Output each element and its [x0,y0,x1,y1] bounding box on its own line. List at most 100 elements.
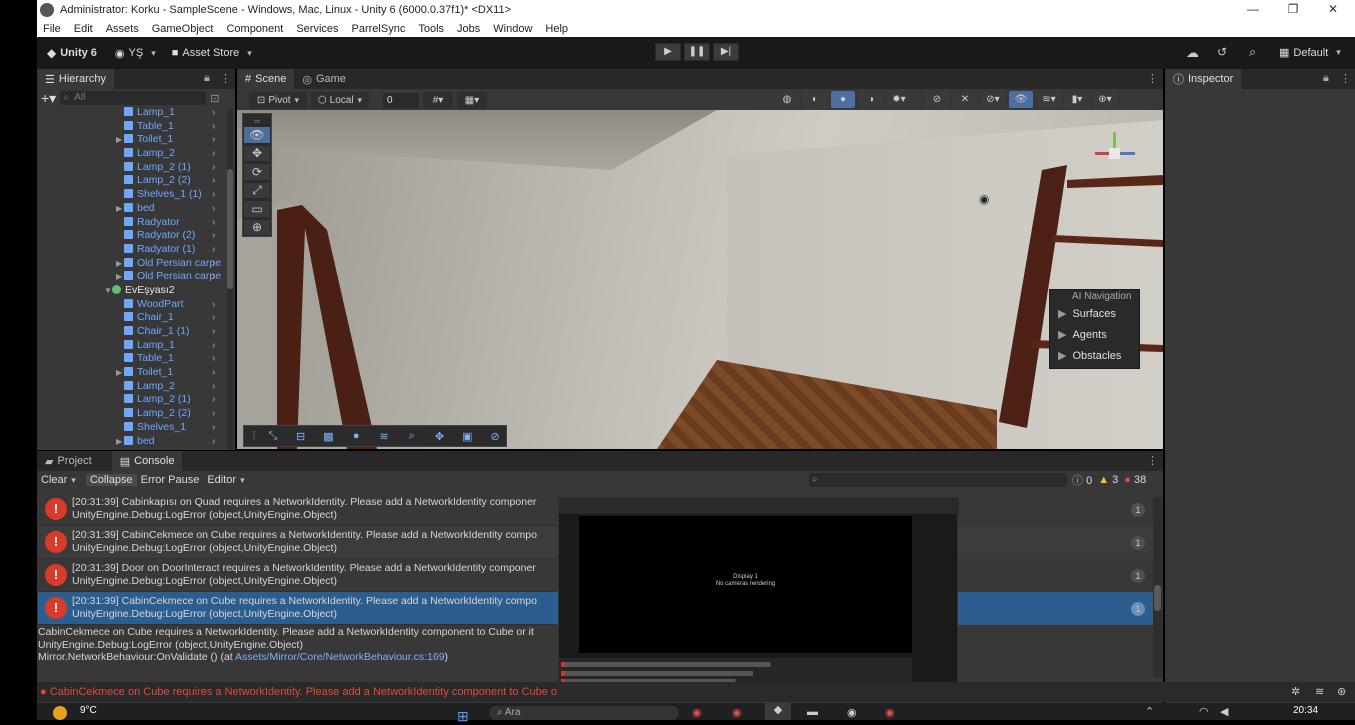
log-entry[interactable]: ! [20:31:39] Door on DoorInteract requir… [38,559,558,592]
step-button[interactable]: ▶| [713,43,739,61]
grid-visibility-button[interactable]: ▦▾ [457,92,487,109]
hierarchy-item[interactable]: ▶ Toilet_1 › [116,133,224,147]
chevron-right-icon[interactable]: › [212,202,215,216]
chevron-right-icon[interactable]: › [212,188,215,202]
history-icon[interactable]: ↺ [1217,45,1227,59]
camera-icon[interactable]: ▮▾ [1065,91,1089,108]
menu-window[interactable]: Window [493,23,532,35]
hierarchy-scroll-thumb[interactable] [227,169,233,289]
steam-icon[interactable]: ◉ [847,706,857,719]
layers-icon[interactable]: ≋▾ [1037,91,1061,108]
chevron-right-icon[interactable]: › [212,133,215,147]
close-icon[interactable]: ✕ [1325,2,1341,16]
hierarchy-item[interactable]: Lamp_2 › [124,380,224,394]
shaded-sphere-icon[interactable]: ● [831,91,855,108]
audio-mute-icon[interactable]: ⊘ [925,91,949,108]
chevron-right-icon[interactable]: › [212,339,215,353]
status-bar[interactable]: ● CabinCekmece on Cube requires a Networ… [37,682,1355,702]
lock-icon[interactable]: 🔒︎ [204,72,210,85]
hierarchy-item[interactable]: ▶ Old Persian carpe › [116,257,224,271]
menu-assets[interactable]: Assets [106,23,139,35]
local-dropdown[interactable]: ⬡ Local [311,92,369,109]
chevron-right-icon[interactable]: › [212,216,215,230]
hierarchy-item[interactable]: Table_1 › [124,352,224,366]
ai-nav-obstacles[interactable]: ▶ Obstacles [1050,346,1139,367]
unity-taskbar-icon[interactable]: ◆ [765,703,791,720]
scene-viewport[interactable]: ═ 👁︎ ✥ ⟳ ⤢ ▭ ⊕ ◉ [237,110,1163,449]
cache-icon[interactable]: ⊛ [1337,682,1346,702]
fold-arrow-icon[interactable]: ▶ [116,133,122,147]
chevron-right-icon[interactable]: › [212,161,215,175]
hierarchy-filter-icon[interactable]: ⊡ [210,92,219,105]
hierarchy-item[interactable]: Lamp_1 › [124,339,224,353]
layers-status-icon[interactable]: ≋ [1315,682,1324,702]
log-count-row-selected[interactable]: 1 [958,592,1153,625]
hierarchy-item[interactable]: Chair_1 › [124,311,224,325]
chevron-right-icon[interactable]: › [212,174,215,188]
hierarchy-item[interactable]: Shelves_1 (1) › [124,188,224,202]
hierarchy-search-input[interactable]: ⌕ All [60,91,207,105]
hidden-objects-icon[interactable]: ⊘▾ [981,91,1005,108]
chevron-right-icon[interactable]: › [212,407,215,421]
hierarchy-item[interactable]: Chair_1 (1) › [124,325,224,339]
hierarchy-item[interactable]: ▼ EvEşyası2 [104,284,224,298]
chrome-icon-2[interactable]: ◉ [885,706,895,719]
layout-dropdown[interactable]: ▦ Default [1279,46,1341,60]
pause-button[interactable]: ❚❚ [684,43,710,61]
error-pause-toggle[interactable]: Error Pause [137,474,204,486]
browser-icon[interactable]: ◉ [732,706,742,719]
hierarchy-item[interactable]: Lamp_2 › [124,147,224,161]
menu-file[interactable]: File [43,23,61,35]
console-search-input[interactable]: ⌕ [809,473,1067,487]
pan-icon[interactable]: ✥ [429,428,451,444]
chevron-right-icon[interactable]: › [212,325,215,339]
chevron-right-icon[interactable]: › [212,147,215,161]
chevron-right-icon[interactable]: › [212,311,215,325]
chevron-right-icon[interactable]: › [212,229,215,243]
hierarchy-item[interactable]: Radyator › [124,216,224,230]
hierarchy-item[interactable]: Radyator (1) › [124,243,224,257]
ai-nav-agents[interactable]: ▶ Agents [1050,325,1139,346]
chevron-right-icon[interactable]: › [212,352,215,366]
search-icon[interactable]: ⌕ [1249,44,1256,60]
chevron-right-icon[interactable]: › [212,380,215,394]
fold-arrow-icon[interactable]: ▶ [116,257,122,271]
menu-jobs[interactable]: Jobs [457,23,480,35]
weather-temp[interactable]: 9°C [80,705,97,716]
add-icon[interactable]: +▾ [41,90,56,107]
menu-tools[interactable]: Tools [418,23,444,35]
hierarchy-item[interactable]: Table_1 › [124,120,224,134]
gizmos-icon[interactable]: ⊕▾ [1093,91,1117,108]
asset-store-dropdown[interactable]: ■ Asset Store [172,47,252,59]
hierarchy-scrollbar[interactable] [227,109,233,449]
terrain-icon[interactable]: ≋ [373,428,395,444]
effects-icon[interactable]: ✹▾ [887,91,911,108]
hierarchy-item[interactable]: ▶ bed › [116,435,224,449]
chrome-icon[interactable]: ◉ [692,706,702,719]
collapse-toggle[interactable]: Collapse [85,474,137,486]
error-count-toggle[interactable]: ● 38 [1124,474,1146,486]
navmesh-icon[interactable]: ▩ [318,428,340,444]
hierarchy-item[interactable]: Lamp_2 (2) › [124,407,224,421]
chevron-right-icon[interactable]: › [212,435,215,449]
tab-scene[interactable]: # Scene [237,69,295,89]
menu-gameobject[interactable]: GameObject [152,23,214,35]
scale-tool-icon[interactable]: ⤢ [244,182,270,199]
hierarchy-item[interactable]: WoodPart › [124,298,224,312]
align-icon[interactable]: ⊟ [290,428,312,444]
draw-mode-icon[interactable]: ◍ [775,91,799,108]
info-count-toggle[interactable]: ⓘ 0 [1072,472,1092,488]
chevron-right-icon[interactable]: › [212,393,215,407]
fx-icon[interactable]: ✕ [953,91,977,108]
hierarchy-item[interactable]: Shelves_1 › [124,421,224,435]
chevron-right-icon[interactable]: › [212,270,215,284]
taskbar-clock[interactable]: 20:34 [1293,705,1318,716]
fold-arrow-icon[interactable]: ▼ [104,284,112,298]
log-entry[interactable]: ! [20:31:39] Cabinkapısı on Quad require… [38,493,558,526]
hierarchy-item[interactable]: Lamp_2 (1) › [124,393,224,407]
account-dropdown[interactable]: ◉ YŞ [115,47,156,60]
scene-menu-icon[interactable]: ⋮ [1147,72,1158,85]
hierarchy-item[interactable]: Lamp_2 (2) › [124,174,224,188]
transform-tool-icon[interactable]: ⊕ [244,219,270,236]
zoom-icon[interactable]: ⌕ [401,428,423,444]
